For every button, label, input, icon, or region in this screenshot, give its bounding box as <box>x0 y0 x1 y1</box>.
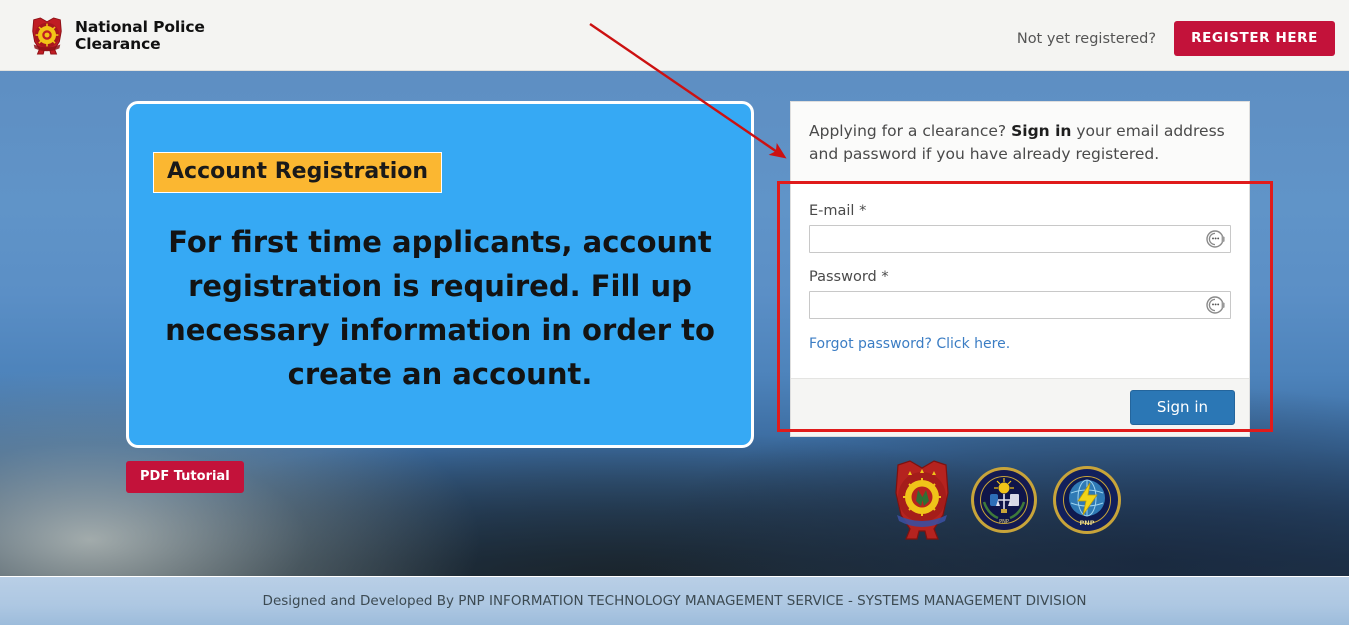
password-input[interactable] <box>809 291 1231 319</box>
password-input-wrap <box>809 291 1231 319</box>
signin-form: E-mail * Password * Forgot password? Cli… <box>791 183 1249 378</box>
register-here-button[interactable]: REGISTER HERE <box>1174 21 1335 56</box>
autofill-face-icon[interactable] <box>1203 293 1227 317</box>
site-header: National Police Clearance Not yet regist… <box>0 0 1349 71</box>
agency-seals: PNP PNP <box>888 455 1138 545</box>
site-footer: Designed and Developed By PNP INFORMATIO… <box>0 576 1349 625</box>
signin-card: Applying for a clearance? Sign in your e… <box>790 101 1250 437</box>
signin-intro-before: Applying for a clearance? <box>809 122 1012 140</box>
email-input-wrap <box>809 225 1231 253</box>
svg-text:PNP: PNP <box>999 519 1009 525</box>
forgot-password-link[interactable]: Forgot password? Click here. <box>809 336 1010 352</box>
brand-title-line1: National Police <box>75 18 205 36</box>
page-root: National Police Clearance Not yet regist… <box>0 0 1349 625</box>
signin-intro-bold: Sign in <box>1011 122 1072 140</box>
svg-text:PNP: PNP <box>1080 519 1095 527</box>
header-actions: Not yet registered? REGISTER HERE <box>1017 21 1335 56</box>
account-registration-description: For first time applicants, account regis… <box>165 225 715 391</box>
brand[interactable]: National Police Clearance <box>28 16 205 56</box>
signin-card-footer: Sign in <box>791 378 1249 436</box>
sign-in-button[interactable]: Sign in <box>1129 390 1235 425</box>
not-registered-label: Not yet registered? <box>1016 30 1157 47</box>
philippine-national-police-seal <box>895 460 949 540</box>
brand-title: National Police Clearance <box>75 19 205 53</box>
pnp-shield-logo-icon <box>32 17 62 55</box>
footer-credit-text: Designed and Developed By PNP INFORMATIO… <box>262 593 1087 609</box>
directorate-for-investigation-and-detective-management-seal: PNP <box>971 467 1037 533</box>
brand-title-line2: Clearance <box>75 35 161 53</box>
information-technology-management-service-seal: PNP <box>1053 466 1121 534</box>
password-label: Password * <box>809 269 889 285</box>
account-registration-panel: Account Registration For first time appl… <box>126 101 754 448</box>
pdf-tutorial-button[interactable]: PDF Tutorial <box>126 461 244 493</box>
email-input[interactable] <box>809 225 1231 253</box>
autofill-face-icon[interactable] <box>1203 227 1227 251</box>
email-label: E-mail * <box>809 203 867 219</box>
signin-intro-text: Applying for a clearance? Sign in your e… <box>791 102 1249 183</box>
account-registration-badge: Account Registration <box>153 152 443 193</box>
